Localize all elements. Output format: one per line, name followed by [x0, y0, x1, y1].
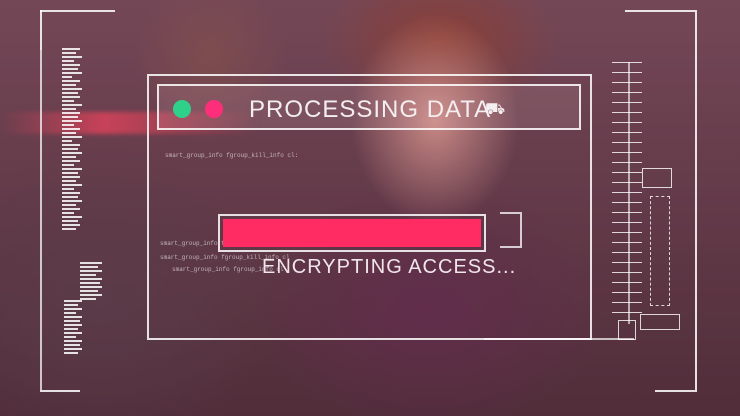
left-bracket-bottom: [40, 390, 80, 392]
pink-status-dot: [205, 100, 223, 118]
bottom-divider: [484, 338, 634, 340]
green-status-dot: [173, 100, 191, 118]
progress-bracket: [500, 212, 522, 248]
right-widget-meter: [650, 196, 670, 306]
right-scale-spine: [628, 62, 630, 324]
right-bracket-top: [625, 10, 695, 12]
left-level-bars: [62, 48, 84, 232]
right-bracket-bottom: [655, 390, 697, 392]
right-widget-waveform: [640, 314, 680, 330]
right-measurement-scale: [612, 62, 642, 322]
right-widget-readout: [642, 168, 672, 188]
code-fragment: smart_group_info fgroup_kill_info cl:: [165, 152, 299, 159]
left-level-bars-lower: [80, 262, 102, 302]
right-bracket-side: [695, 10, 697, 390]
right-widget-small-box: [618, 320, 636, 340]
cart-icon: ⛟: [485, 101, 506, 118]
left-bracket-top: [40, 10, 115, 12]
left-bracket-upper: [40, 10, 42, 50]
left-level-bars-bottom: [64, 300, 86, 356]
progress-fill: [223, 219, 481, 247]
encryption-progress-bar: [218, 214, 486, 252]
status-text: ENCRYPTING ACCESS...: [262, 256, 517, 278]
window-title: PROCESSING DATA: [249, 96, 492, 123]
window-title-bar: PROCESSING DATA ⛟: [157, 84, 581, 130]
screen: PROCESSING DATA ⛟ smart_group_info fgrou…: [0, 0, 740, 416]
left-bracket-side: [40, 50, 42, 390]
